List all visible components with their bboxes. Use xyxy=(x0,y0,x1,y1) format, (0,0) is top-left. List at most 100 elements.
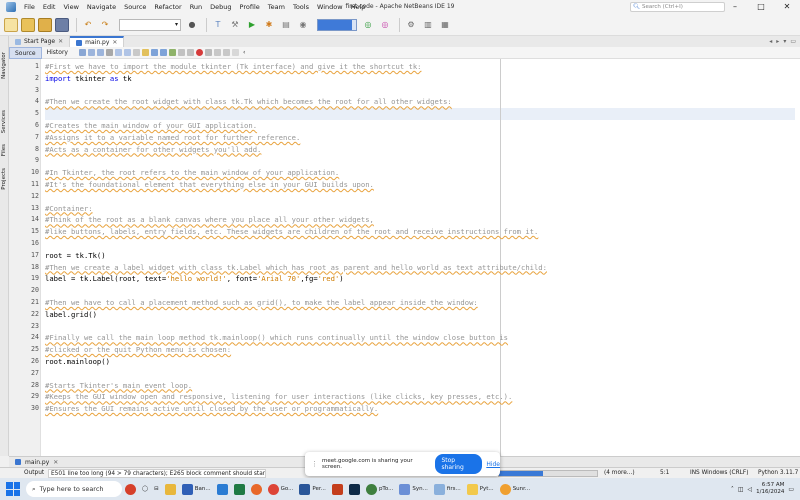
chevron-up-icon[interactable]: ˄ xyxy=(731,486,734,493)
clean-build-icon[interactable]: ⚒ xyxy=(228,18,242,32)
code-comment-line[interactable]: #It's the foundational element that ever… xyxy=(45,179,374,191)
taskbar-app-widget[interactable] xyxy=(122,481,139,497)
stop-macro-icon[interactable] xyxy=(204,49,212,56)
menu-edit[interactable]: Edit xyxy=(39,0,60,14)
chevron-down-icon[interactable]: ▾ xyxy=(783,36,786,47)
save-all-icon[interactable] xyxy=(55,17,69,32)
record-macro-icon[interactable] xyxy=(195,49,203,56)
chevron-right-icon[interactable]: ▸ xyxy=(776,36,779,47)
chevron-left-icon[interactable]: ◂ xyxy=(769,36,772,47)
code-line[interactable]: root.mainloop() xyxy=(45,356,110,368)
code-comment-line[interactable]: #Keeps the GUI window open and responsiv… xyxy=(45,391,512,403)
taskbar-app-pto[interactable]: pTo... xyxy=(363,481,396,497)
chart-icon[interactable]: ▥ xyxy=(421,18,435,32)
run-config-icon[interactable]: ● xyxy=(185,18,199,32)
close-tab-icon[interactable]: ✕ xyxy=(112,38,117,47)
code-area[interactable]: #First we have to import the module tkin… xyxy=(45,59,795,456)
code-comment-line[interactable]: #like buttons, labels, entry fields, etc… xyxy=(45,226,538,238)
shift-right-icon[interactable] xyxy=(186,49,194,56)
menu-run[interactable]: Run xyxy=(186,0,206,14)
taskbar-app-python[interactable]: Pyt... xyxy=(464,481,497,497)
history-tab[interactable]: History xyxy=(42,47,73,59)
tab-services[interactable]: Services xyxy=(0,110,9,133)
menu-file[interactable]: File xyxy=(20,0,39,14)
new-project-icon[interactable] xyxy=(21,17,35,32)
code-line[interactable]: root = tk.Tk() xyxy=(45,250,106,262)
code-comment-line[interactable]: #Ensures the GUI remains active until cl… xyxy=(45,403,378,415)
tab-start-page[interactable]: Start Page ✕ xyxy=(9,36,71,47)
code-comment-line[interactable]: #Then we create the root widget with cla… xyxy=(45,96,452,108)
bottom-file-tab[interactable]: main.py xyxy=(25,459,49,466)
taskbar-app-netbeans[interactable]: firs... xyxy=(431,481,464,497)
code-comment-line[interactable]: #Finally we call the main loop method tk… xyxy=(45,332,508,344)
code-comment-line[interactable]: #Think of the root as a blank canvas whe… xyxy=(45,214,374,226)
code-line[interactable]: import tkinter as tk xyxy=(45,73,132,85)
hide-share-bar-link[interactable]: Hide xyxy=(486,461,500,468)
camera-icon[interactable]: ◎ xyxy=(361,18,375,32)
snapshot-icon[interactable]: ◎ xyxy=(378,18,392,32)
code-comment-line[interactable]: #Then we have to call a placement method… xyxy=(45,297,478,309)
find-icon[interactable] xyxy=(105,49,113,56)
chevron-left-icon[interactable]: ‹ xyxy=(243,49,245,56)
toggle-highlight-icon[interactable] xyxy=(132,49,140,56)
open-project-icon[interactable] xyxy=(38,17,52,32)
spellcheck-icon[interactable] xyxy=(231,49,239,56)
notification-icon[interactable]: ▭ xyxy=(788,486,794,493)
code-line[interactable]: label.grid() xyxy=(45,309,97,321)
taskbar-app-mail[interactable] xyxy=(214,481,231,497)
find-next-icon[interactable] xyxy=(123,49,131,56)
taskbar-app-multitask[interactable]: ⊟ xyxy=(151,481,162,497)
minimize-button[interactable]: – xyxy=(722,0,748,14)
taskbar-app-task-view[interactable]: ◯ xyxy=(139,481,151,497)
code-comment-line[interactable]: #Assigns it to a variable named root for… xyxy=(45,132,300,144)
maximize-button[interactable]: □ xyxy=(748,0,774,14)
taskbar-search[interactable]: ⌕ Type here to search xyxy=(26,481,122,497)
close-tab-icon[interactable]: ✕ xyxy=(58,36,63,47)
gc-icon[interactable]: ◉ xyxy=(296,18,310,32)
heap-icon[interactable]: ▦ xyxy=(438,18,452,32)
tab-navigator[interactable]: Navigator xyxy=(0,52,9,79)
last-edit-icon[interactable] xyxy=(78,49,86,56)
menu-tools[interactable]: Tools xyxy=(289,0,313,14)
find-selection-icon[interactable] xyxy=(141,49,149,56)
build-hammer-icon[interactable]: T xyxy=(211,18,225,32)
taskbar-app-firefox[interactable] xyxy=(248,481,265,497)
taskbar-app-syn[interactable]: Syn... xyxy=(396,481,430,497)
source-tab[interactable]: Source xyxy=(9,46,42,59)
menu-view[interactable]: View xyxy=(59,0,82,14)
redo-icon[interactable]: ↷ xyxy=(98,18,112,32)
code-comment-line[interactable]: #Acts as a container for other widgets y… xyxy=(45,144,261,156)
code-comment-line[interactable]: #Creates the main window of your GUI app… xyxy=(45,120,257,132)
debug-icon[interactable]: ✱ xyxy=(262,18,276,32)
close-tab-icon[interactable]: ✕ xyxy=(53,459,58,466)
code-comment-line[interactable]: #In Tkinter, the root refers to the main… xyxy=(45,167,339,179)
restore-window-icon[interactable]: ▭ xyxy=(790,36,796,47)
find-previous-icon[interactable] xyxy=(114,49,122,56)
next-bookmark-icon[interactable] xyxy=(168,49,176,56)
menu-profile[interactable]: Profile xyxy=(236,0,264,14)
menu-navigate[interactable]: Navigate xyxy=(83,0,120,14)
new-file-icon[interactable] xyxy=(4,17,18,32)
tab-projects[interactable]: Projects xyxy=(0,168,9,190)
taskbar-app-explorer[interactable] xyxy=(162,481,179,497)
taskbar-app-photoshop[interactable] xyxy=(346,481,363,497)
forward-icon[interactable] xyxy=(96,49,104,56)
tab-files[interactable]: Files xyxy=(0,144,9,156)
menu-team[interactable]: Team xyxy=(264,0,289,14)
comment-icon[interactable] xyxy=(213,49,221,56)
ide-search-input[interactable]: 🔍︎ Search (Ctrl+I) xyxy=(630,2,725,12)
drag-handle-icon[interactable]: ⋮ xyxy=(311,460,318,468)
menu-refactor[interactable]: Refactor xyxy=(150,0,185,14)
shift-left-icon[interactable] xyxy=(177,49,185,56)
network-icon[interactable]: ◫ xyxy=(738,486,744,493)
taskbar-app-word[interactable]: Per... xyxy=(296,481,329,497)
undo-icon[interactable]: ↶ xyxy=(81,18,95,32)
stop-sharing-button[interactable]: Stop sharing xyxy=(435,454,483,474)
windows-start-icon[interactable] xyxy=(6,482,20,496)
config-dropdown[interactable]: ▾ xyxy=(119,18,181,31)
profile-icon[interactable]: ▤ xyxy=(279,18,293,32)
taskbar-app-chrome[interactable]: Go... xyxy=(265,481,297,497)
code-comment-line[interactable]: #Then we create a label widget with clas… xyxy=(45,262,547,274)
uncomment-icon[interactable] xyxy=(222,49,230,56)
code-comment-line[interactable]: #First we have to import the module tkin… xyxy=(45,61,421,73)
